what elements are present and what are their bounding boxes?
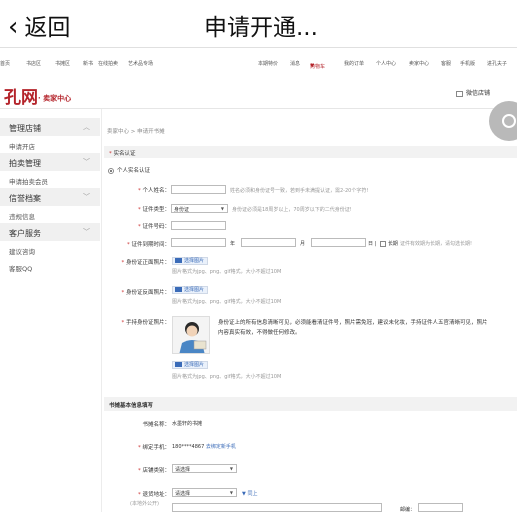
sidebar-group-credit[interactable]: 信誉档案 ﹀ — [0, 188, 100, 206]
name-input[interactable] — [171, 185, 226, 194]
image-format-hint: 图片格式为jpg、png、gif格式，大小不超过10M — [172, 299, 282, 305]
nav-link[interactable]: 进孔夫子 — [487, 60, 507, 67]
hold-photo-label: * 手持身份证照片： — [121, 320, 170, 326]
nav-link[interactable]: 客服 — [441, 60, 451, 67]
idno-input[interactable] — [171, 221, 226, 230]
sidebar-item-violations[interactable]: 违规信息 — [0, 206, 100, 223]
day-label: 日 | 长期 — [368, 240, 398, 247]
sidebar-item-auction-member[interactable]: 申请拍卖会员 — [0, 171, 100, 188]
divider — [0, 108, 517, 109]
choose-hold-image-button[interactable]: 选择图片 — [172, 361, 209, 369]
image-format-hint: 图片格式为jpg、png、gif格式，大小不超过10M — [172, 374, 282, 380]
image-icon — [175, 287, 182, 292]
id-photo-example — [172, 316, 210, 354]
image-icon — [175, 258, 182, 263]
chevron-down-icon: ﹀ — [83, 193, 90, 201]
front-photo-label: * 身份证正面照片： — [121, 260, 170, 266]
nav-link[interactable]: 书店区 — [26, 60, 41, 67]
wechat-shop-link[interactable]: 微信店铺 — [456, 88, 490, 97]
nav-link[interactable]: 卖家中心 — [409, 60, 429, 67]
nav-link[interactable]: 本期特价 — [258, 60, 278, 67]
divider — [101, 109, 102, 512]
category-select[interactable]: 请选择 ▼ — [172, 464, 237, 473]
nav-link[interactable]: 首页 — [0, 60, 10, 67]
sidebar-item-open-shop[interactable]: 申请开店 — [0, 136, 100, 153]
nav-link[interactable]: 在线拍卖 — [98, 60, 118, 67]
nav-link[interactable]: 手机版 — [460, 60, 475, 67]
dropdown-arrow-icon: ▼ — [229, 490, 233, 495]
rebind-phone-link[interactable]: 去绑定新手机 — [206, 444, 236, 450]
person-holding-id-icon — [179, 322, 207, 353]
sidebar-item-advice[interactable]: 建议咨询 — [0, 241, 100, 258]
expire-day-input[interactable] — [311, 238, 366, 247]
same-as-above-link[interactable]: ▼ 同上 — [242, 490, 257, 497]
return-address-select[interactable]: 请选择 ▼ — [172, 488, 237, 497]
image-format-hint: 图片格式为jpg、png、gif格式，大小不超过10M — [172, 269, 282, 275]
idtype-label: * 证件类型： — [137, 207, 170, 213]
required-mark: * — [109, 151, 112, 157]
circle-icon — [502, 114, 516, 128]
hold-photo-description: 身份证上的所有信息清晰可见，必须能看清证件号，照片需免冠，建议未化妆，手持证件人… — [218, 320, 488, 336]
chevron-up-icon: ︿ — [83, 123, 90, 131]
return-address-note: (本地外公开) — [130, 501, 159, 507]
dropdown-arrow-icon: ▼ — [220, 206, 224, 211]
nav-link[interactable]: 我的订单 — [344, 60, 364, 67]
app-header: ‹ 返回 申请开通... — [0, 0, 517, 48]
sidebar-group-auction[interactable]: 拍卖管理 ﹀ — [0, 153, 100, 171]
sidebar-group-shop[interactable]: 管理店铺 ︿ — [0, 118, 100, 136]
chevron-down-icon: ﹀ — [83, 228, 90, 236]
expire-hint: 证件有效期为长期，请勾选长期! — [400, 241, 473, 247]
sidebar: 管理店铺 ︿ 申请开店 拍卖管理 ﹀ 申请拍卖会员 信誉档案 ﹀ 违规信息 客户服务 ﹀… — [0, 118, 100, 275]
choose-back-image-button[interactable]: 选择图片 — [172, 286, 209, 294]
phone-label: * 绑定手机： — [137, 445, 170, 451]
top-nav: 首页 书店区 书摊区 新书 在线拍卖 艺术品专场 本期特价 消息 ♥ 购物车 我的… — [0, 60, 508, 70]
return-address-input[interactable] — [172, 503, 382, 512]
idno-label: * 证件号码： — [137, 224, 170, 230]
nav-link[interactable]: 书摊区 — [55, 60, 70, 67]
phone-value: 180****4867 去绑定新手机 — [172, 444, 236, 450]
name-hint: 姓名必须和身份证号一致，若到手未满提认证，需2-20个字符! — [230, 188, 369, 194]
image-icon — [175, 362, 182, 367]
expire-month-input[interactable] — [241, 238, 296, 247]
radio-selected-icon — [108, 167, 114, 174]
sidebar-item-qq[interactable]: 客服QQ — [0, 258, 100, 275]
return-address-label: * 退货地址： — [137, 492, 170, 498]
expire-label: * 证件到期时间： — [126, 242, 170, 248]
section-header-verification: * 实名认证 — [104, 146, 517, 158]
breadcrumb: 卖家中心 > 申请开书摊 — [107, 129, 165, 135]
year-label: 年 — [230, 241, 236, 247]
back-button[interactable]: ‹ 返回 — [8, 8, 70, 42]
back-photo-label: * 身份证反面照片： — [121, 290, 170, 296]
name-label: * 个人姓名： — [137, 188, 170, 194]
page-title: 申请开通... — [204, 15, 318, 41]
idtype-select[interactable]: 身份证 ▼ — [171, 204, 228, 213]
chevron-down-icon: ﹀ — [83, 158, 90, 166]
month-label: 月 — [300, 241, 306, 247]
shop-name-value: 水墨轩的书摊 — [172, 421, 203, 427]
shop-name-label: 书摊名称： — [142, 422, 170, 428]
wechat-shop-icon — [456, 90, 463, 97]
category-label: * 店铺类别： — [137, 468, 170, 474]
nav-link[interactable]: 消息 — [290, 60, 300, 67]
chevron-left-icon: ‹ — [8, 12, 19, 42]
zip-input[interactable] — [418, 503, 463, 512]
section-header-shop-info: 书摊基本信息填写 — [104, 397, 517, 411]
nav-link[interactable]: 个人中心 — [376, 60, 396, 67]
personal-verify-radio[interactable]: 个人实名认证 — [108, 166, 150, 174]
dropdown-arrow-icon: ▼ — [229, 466, 233, 471]
choose-front-image-button[interactable]: 选择图片 — [172, 257, 209, 265]
longterm-checkbox[interactable] — [379, 240, 386, 247]
nav-link[interactable]: 艺术品专场 — [128, 60, 153, 67]
idtype-hint: 身份证必须是18周岁以上，70周岁以下的二代身份证! — [232, 207, 352, 213]
expire-year-input[interactable] — [171, 238, 226, 247]
nav-link[interactable]: 新书 — [83, 60, 93, 67]
site-logo[interactable]: 孔网· 卖家中心 — [4, 83, 71, 108]
floating-action-button[interactable] — [489, 101, 517, 141]
sidebar-group-service[interactable]: 客户服务 ﹀ — [0, 223, 100, 241]
